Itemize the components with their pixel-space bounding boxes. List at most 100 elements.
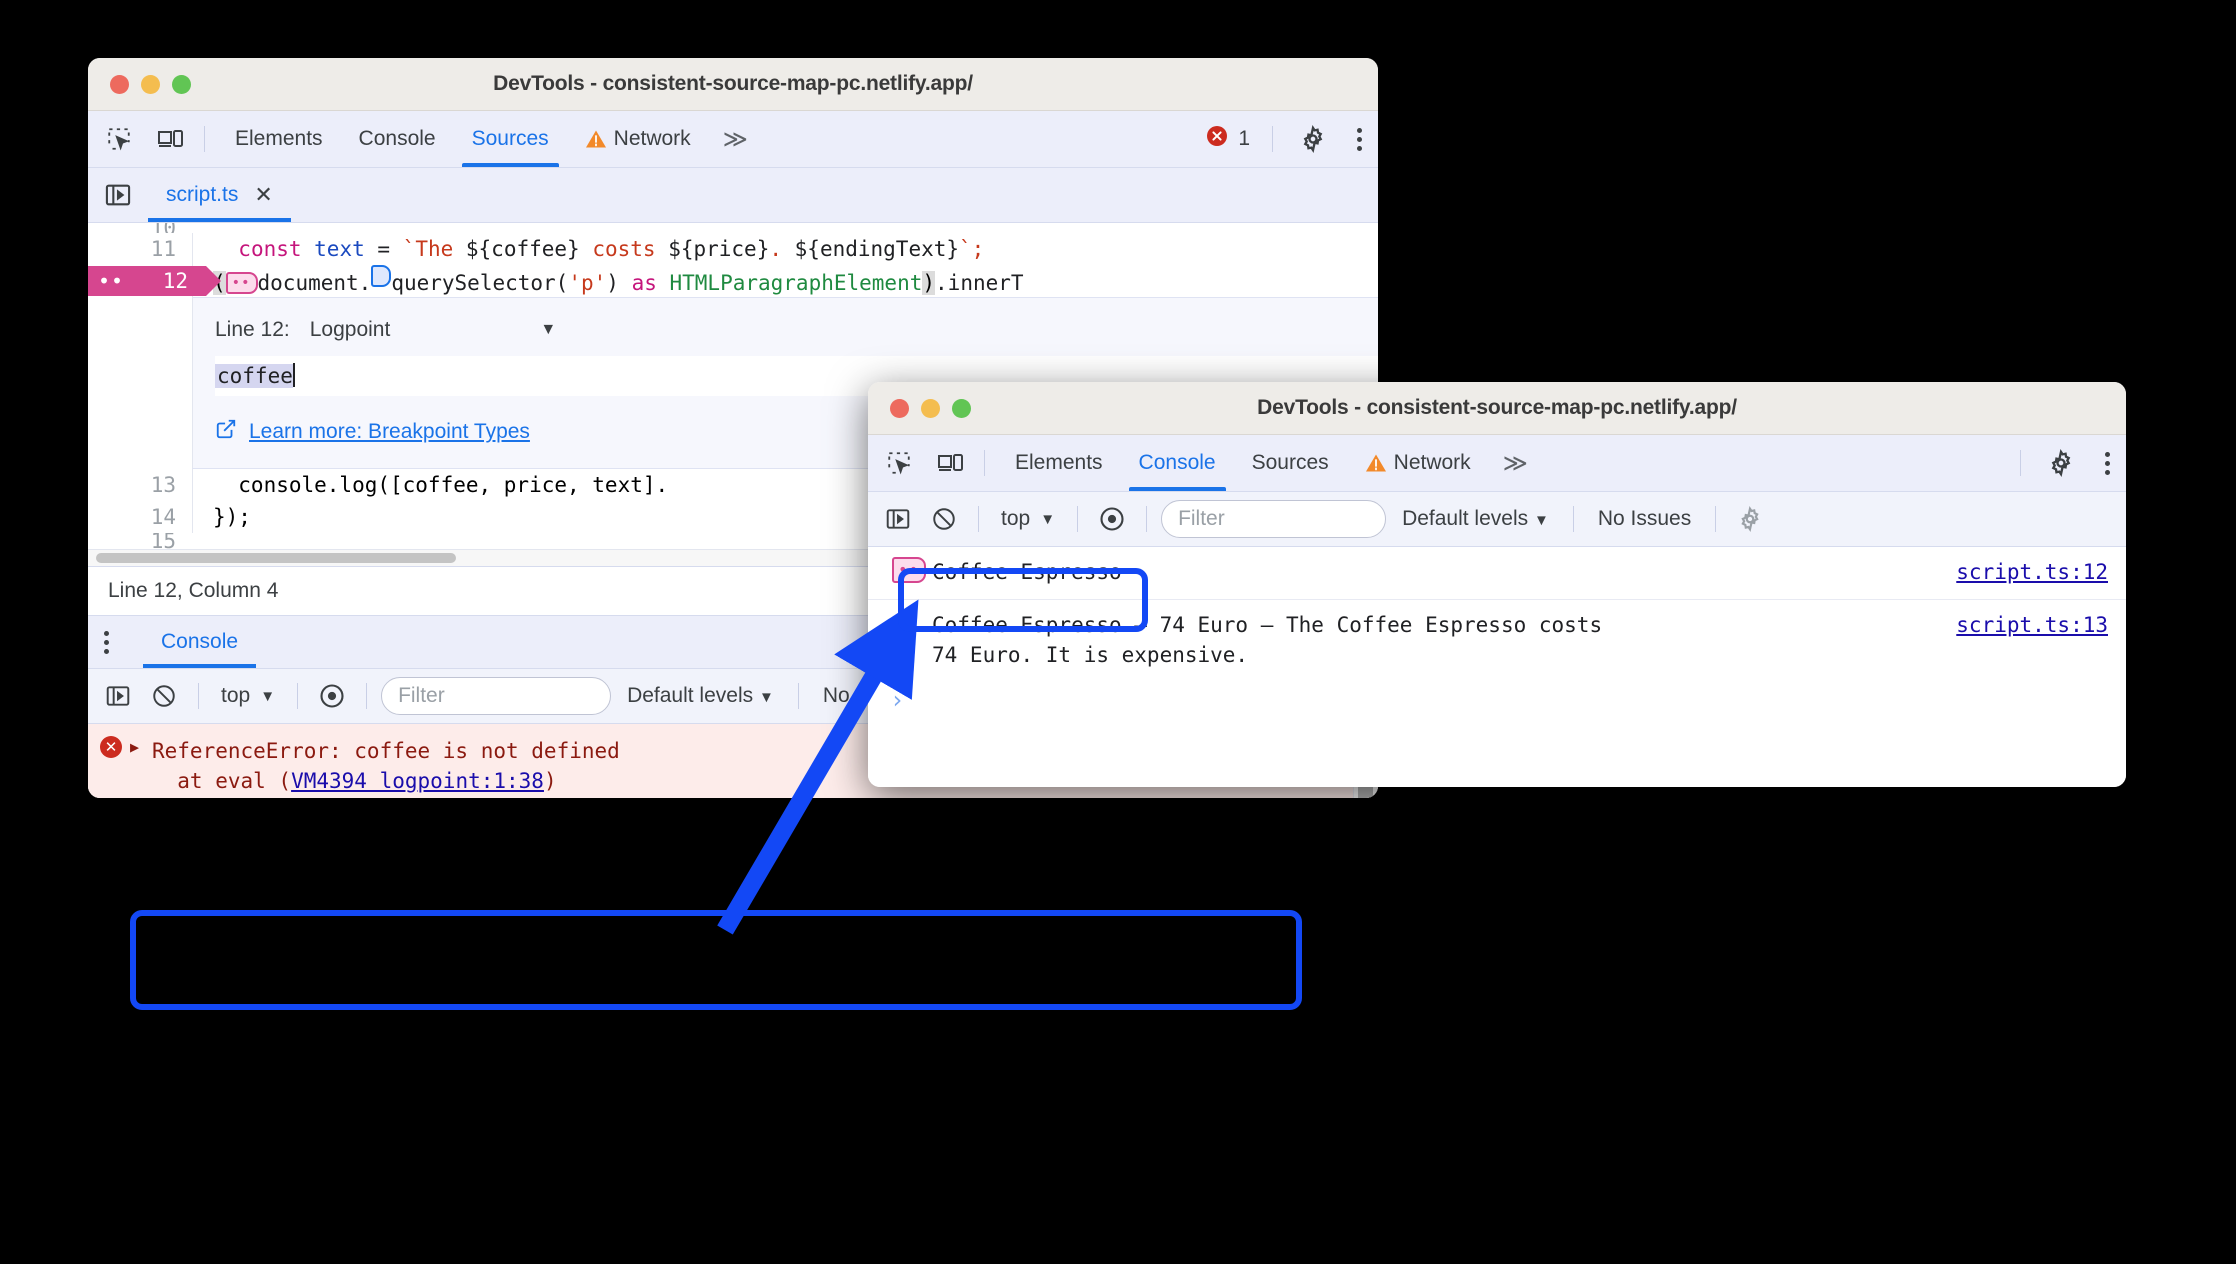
toolbar-divider-2 — [2020, 450, 2021, 476]
gutter-line-13[interactable]: 13 — [88, 469, 192, 501]
code-line-11: 11 const text = `The ${coffee} costs ${p… — [88, 233, 1378, 265]
logpoint-dots-icon: •• — [98, 269, 125, 293]
error-icon: ✕ — [100, 736, 122, 758]
tab-console[interactable]: Console — [341, 111, 454, 167]
filter-placeholder: Filter — [398, 684, 445, 707]
gutter-line-12-logpoint[interactable]: •• 12 — [88, 265, 221, 361]
tab-console[interactable]: Console — [1121, 435, 1234, 491]
inline-logpoint-chip-icon[interactable]: •• — [225, 272, 258, 294]
log-levels-dropdown[interactable]: Default levels ▼ — [617, 684, 784, 708]
devtools-window-console-front[interactable]: DevTools - consistent-source-map-pc.netl… — [868, 382, 2126, 787]
code-line-12: •• 12 (••document.querySelector('p') as … — [88, 265, 1378, 361]
message-icons: ✕ ▶ — [88, 736, 152, 758]
gutter-line-11[interactable]: 11 — [88, 233, 192, 265]
error-count-value: 1 — [1238, 127, 1250, 150]
error-icon — [1205, 124, 1229, 154]
inline-breakpoint-chip-icon[interactable] — [371, 265, 392, 287]
code-line-12-content: (••document.querySelector('p') as HTMLPa… — [192, 265, 1378, 299]
message-source-link-2[interactable]: script.ts:13 — [1956, 610, 2126, 640]
device-toolbar-icon[interactable] — [150, 118, 192, 160]
warning-triangle-icon — [1365, 453, 1387, 473]
window-titlebar-front[interactable]: DevTools - consistent-source-map-pc.netl… — [868, 382, 2126, 435]
device-toolbar-icon[interactable] — [930, 442, 972, 484]
warning-triangle-icon — [585, 129, 607, 149]
navigator-panel-toggle-icon[interactable] — [104, 181, 132, 209]
minimize-window-button[interactable] — [921, 398, 940, 418]
filter-placeholder: Filter — [1178, 507, 1225, 530]
gutter-line-number: 12 — [162, 269, 188, 293]
settings-gear-icon[interactable] — [2033, 449, 2089, 477]
console-sidebar-icon[interactable] — [878, 499, 918, 539]
console-toolbar-front[interactable]: top ▼ Filter Default levels ▼ No Issues — [868, 492, 2126, 547]
drawer-tab-console[interactable]: Console — [143, 616, 257, 668]
more-options-icon[interactable] — [2089, 451, 2126, 475]
issues-status[interactable]: No Issues — [1588, 507, 1701, 531]
minimize-window-button[interactable] — [141, 74, 160, 94]
scrollbar-thumb[interactable] — [96, 553, 456, 563]
chevron-down-icon[interactable]: ▼ — [540, 321, 556, 339]
execution-context-selector[interactable]: top ▼ — [993, 507, 1063, 531]
close-window-button[interactable] — [110, 74, 129, 94]
more-tabs-button[interactable]: ≫ — [1489, 449, 1540, 478]
message-source-link[interactable]: script.ts:12 — [1956, 557, 2126, 587]
tab-elements[interactable]: Elements — [997, 435, 1121, 491]
logpoint-gutter-marker[interactable]: •• 12 — [88, 266, 221, 296]
toolbar-divider-2 — [297, 683, 299, 709]
inspect-element-icon[interactable] — [98, 118, 140, 160]
tab-sources[interactable]: Sources — [454, 111, 567, 167]
console-filter-input[interactable]: Filter — [1161, 500, 1387, 538]
toolbar-divider-3 — [1146, 506, 1148, 532]
text-caret — [292, 363, 295, 387]
inspect-element-icon[interactable] — [878, 442, 920, 484]
console-prompt[interactable]: › — [868, 676, 2126, 724]
stack-link-vm[interactable]: VM4394 logpoint:1:38 — [291, 769, 544, 793]
stack-line-1: at eval (VM4394 logpoint:1:38) — [152, 769, 557, 793]
code-line-10: 10 — [88, 223, 1378, 233]
code-var-text: text — [301, 237, 365, 261]
execution-context-selector[interactable]: top ▼ — [213, 684, 283, 708]
log-levels-dropdown[interactable]: Default levels ▼ — [1392, 507, 1559, 531]
drawer-more-options-icon[interactable] — [88, 630, 125, 654]
gutter-line-10: 10 — [88, 223, 192, 233]
traffic-lights-back[interactable] — [110, 74, 191, 94]
close-icon[interactable]: ✕ — [254, 184, 272, 206]
traffic-lights-front[interactable] — [890, 398, 971, 418]
live-expression-icon[interactable] — [312, 676, 352, 716]
console-settings-icon[interactable] — [1730, 499, 1770, 539]
clear-console-icon[interactable] — [924, 499, 964, 539]
toolbar-divider-4 — [797, 683, 799, 709]
console-filter-input[interactable]: Filter — [381, 677, 612, 715]
screenshot-root: DevTools - consistent-source-map-pc.netl… — [0, 0, 2236, 1264]
maximize-window-button[interactable] — [952, 398, 971, 418]
console-sidebar-icon[interactable] — [98, 676, 138, 716]
window-titlebar-back[interactable]: DevTools - consistent-source-map-pc.netl… — [88, 58, 1378, 111]
clear-console-icon[interactable] — [144, 676, 184, 716]
code-keyword-const: const — [238, 237, 302, 261]
file-tab-script-ts[interactable]: script.ts ✕ — [148, 168, 291, 222]
toolbar-divider-5 — [1715, 506, 1717, 532]
devtools-tabstrip-back[interactable]: Elements Console Sources Network ≫ 1 — [88, 111, 1378, 168]
devtools-tabstrip-front[interactable]: Elements Console Sources Network ≫ — [868, 435, 2126, 492]
error-count-badge[interactable]: 1 — [1195, 124, 1260, 154]
toolbar-divider-2 — [1272, 126, 1273, 152]
more-tabs-button[interactable]: ≫ — [709, 125, 760, 154]
file-tab-label: script.ts — [166, 183, 239, 206]
maximize-window-button[interactable] — [172, 74, 191, 94]
settings-gear-icon[interactable] — [1285, 125, 1341, 153]
toolbar-divider-3 — [366, 683, 368, 709]
tab-network[interactable]: Network — [1347, 435, 1489, 491]
expand-triangle-icon[interactable]: ▶ — [130, 738, 139, 756]
live-expression-icon[interactable] — [1092, 499, 1132, 539]
tab-sources[interactable]: Sources — [1234, 435, 1347, 491]
gutter-line-14[interactable]: 14 — [88, 501, 192, 533]
sources-file-tabstrip[interactable]: script.ts ✕ — [88, 168, 1378, 223]
toolbar-divider-4 — [1572, 506, 1574, 532]
console-logpoint-message[interactable]: •• Coffee Espresso script.ts:12 — [868, 547, 2126, 600]
gutter-line-15[interactable]: 15 — [88, 533, 192, 549]
more-options-icon[interactable] — [1341, 127, 1378, 151]
tab-elements[interactable]: Elements — [217, 111, 341, 167]
close-window-button[interactable] — [890, 398, 909, 418]
console-log-message[interactable]: Coffee Espresso – 74 Euro – The Coffee E… — [868, 600, 2126, 676]
console-message-list-front[interactable]: •• Coffee Espresso script.ts:12 Coffee E… — [868, 547, 2126, 787]
tab-network[interactable]: Network — [567, 111, 709, 167]
